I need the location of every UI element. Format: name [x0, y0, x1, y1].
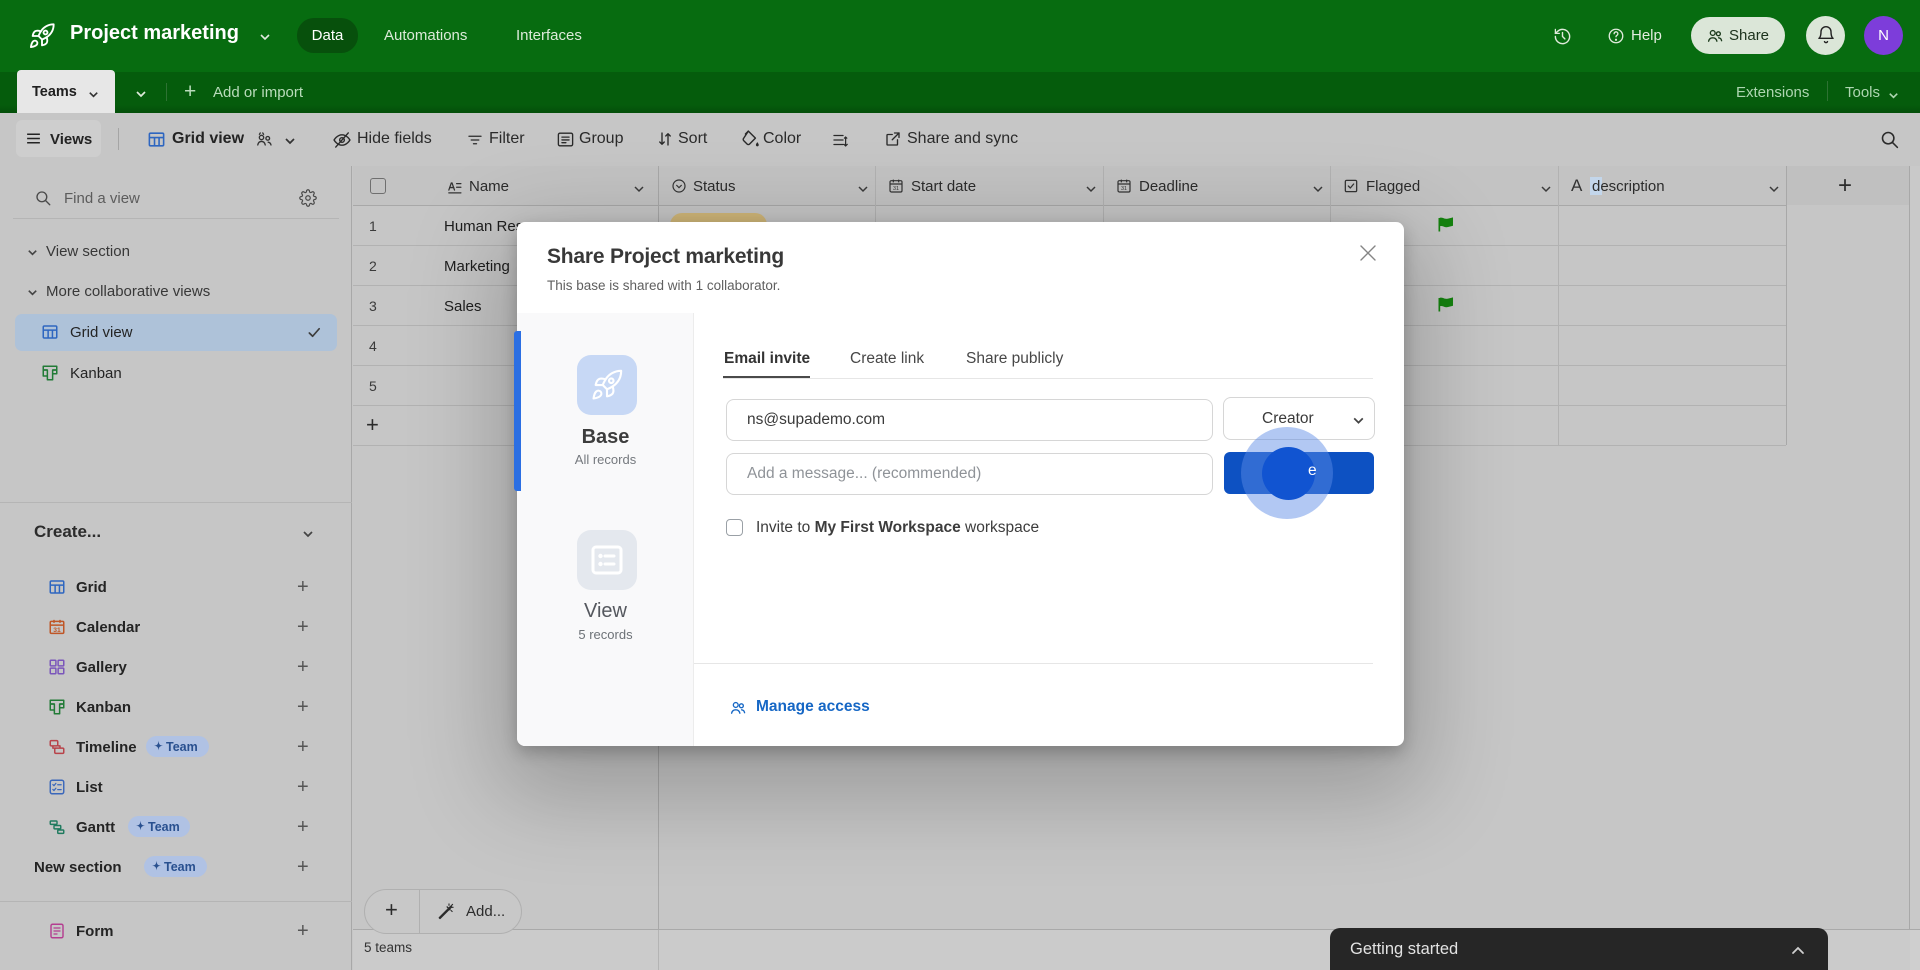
- svg-text:31: 31: [53, 627, 61, 634]
- svg-text:31: 31: [1121, 186, 1127, 192]
- svg-text:31: 31: [893, 186, 899, 192]
